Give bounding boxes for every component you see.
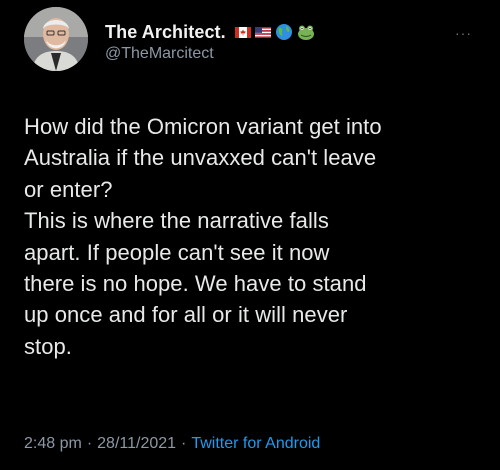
tweet-text-line: stop. <box>24 333 72 359</box>
tweet-card: The Architect. @TheMarcitect ··· How did… <box>0 0 500 470</box>
usa-flag-icon <box>254 26 271 38</box>
tweet-text: How did the Omicron variant get into Aus… <box>24 111 489 362</box>
tweet-time[interactable]: 2:48 pm <box>24 435 82 452</box>
tweet-text-line: or enter? <box>24 176 113 202</box>
author-display-name[interactable]: The Architect. <box>105 22 226 43</box>
author-emojis <box>234 23 315 41</box>
tweet-text-line: up once and for all or it will never <box>24 302 348 328</box>
author-handle[interactable]: @TheMarcitect <box>105 45 214 63</box>
tweet-metadata: 2:48 pm · 28/11/2021 · Twitter for Android <box>24 435 320 453</box>
separator: · <box>86 435 93 452</box>
author-row: The Architect. <box>105 20 315 44</box>
globe-icon <box>275 23 293 41</box>
tweet-text-line: Australia if the unvaxxed can't leave <box>24 145 377 171</box>
tweet-text-line: apart. If people can't see it now <box>24 239 330 265</box>
avatar[interactable] <box>24 7 88 71</box>
canada-flag-icon <box>234 26 251 38</box>
tweet-source-link[interactable]: Twitter for Android <box>191 435 320 452</box>
separator: · <box>181 435 187 452</box>
more-options-icon[interactable]: ··· <box>455 26 472 40</box>
tweet-text-line: This is where the narrative falls <box>24 208 329 234</box>
tweet-text-line: How did the Omicron variant get into <box>24 114 382 139</box>
frog-icon <box>297 23 315 41</box>
tweet-date[interactable]: 28/11/2021 <box>97 435 176 452</box>
tweet-text-line: there is no hope. We have to stand <box>24 271 367 297</box>
